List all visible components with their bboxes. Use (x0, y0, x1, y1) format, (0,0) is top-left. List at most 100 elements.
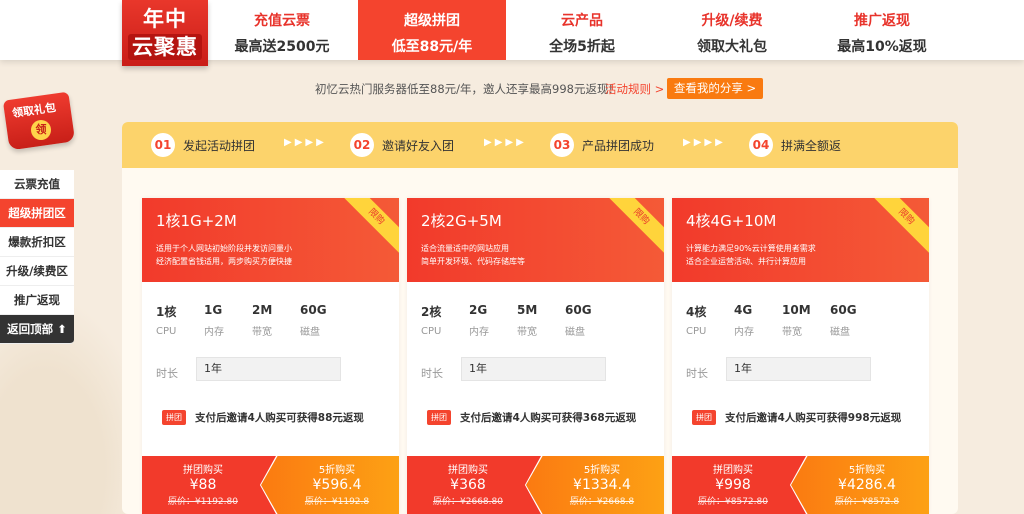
nav-subtitle: 领取大礼包 (697, 39, 767, 55)
group-promo-text: 支付后邀请4人购买可获得998元返现 (725, 412, 902, 424)
group-buy-button[interactable]: 拼团购买 ¥88 原价：¥1192.80 (142, 456, 276, 514)
view-share-button[interactable]: 查看我的分享 > (667, 78, 763, 99)
duration-select[interactable]: 1年 (461, 357, 606, 381)
spec-label: 带宽 (517, 327, 537, 338)
button-label: 拼团购买 (713, 465, 753, 476)
logo-line1: 年中 (143, 7, 187, 31)
spec-value: 60G (300, 303, 327, 317)
card-header: 4核4G+10M 计算能力满足90%云计算使用者需求 适合企业运营活动、并行计算应… (672, 198, 929, 282)
card-description: 适合流量适中的网站应用 简单开发环境、代码存储库等 (421, 242, 621, 268)
step-label: 产品拼团成功 (582, 139, 655, 153)
original-price: 原价：¥1192.8 (304, 497, 370, 507)
original-price: 原价：¥2668.80 (433, 497, 503, 507)
spec-value: 2M (252, 303, 273, 317)
group-buy-panel: 01 发起活动拼团 ▶▶▶▶ 02 邀请好友入团 ▶▶▶▶ 03 产品拼团成功 … (122, 122, 958, 514)
nav-subtitle: 低至88元/年 (391, 39, 473, 55)
group-tag: 拼团 (427, 410, 451, 425)
product-card: 1核1G+2M 适用于个人网站初始阶段并发访问量小 经济配置省钱适用，两步购买方便… (142, 198, 399, 514)
sidebar-item-referral[interactable]: 推广返现 (0, 286, 74, 315)
spec-label: 内存 (734, 327, 754, 338)
spec-label: 带宽 (782, 327, 802, 338)
desc-line: 简单开发环境、代码存储库等 (421, 257, 525, 266)
spec-bandwidth: 10M 带宽 (782, 303, 811, 338)
step-label: 发起活动拼团 (183, 139, 256, 153)
rules-link[interactable]: 活动规则 > (605, 81, 664, 97)
nav-subtitle: 最高10%返现 (837, 39, 927, 55)
step-number: 01 (151, 133, 175, 157)
spec-value: 60G (830, 303, 857, 317)
spec-bandwidth: 5M 带宽 (517, 303, 537, 338)
step-arrow-icon: ▶▶▶▶ (284, 137, 327, 148)
duration-label: 时长 (156, 367, 178, 380)
card-title: 2核2G+5M (421, 212, 502, 230)
spec-value: 1G (204, 303, 223, 317)
spec-memory: 1G 内存 (204, 303, 224, 338)
spec-value: 1核 (156, 305, 177, 319)
nav-item-recharge[interactable]: 充值云票 最高送2500元 (208, 0, 356, 60)
group-promo-text: 支付后邀请4人购买可获得368元返现 (460, 412, 637, 424)
nav-title: 充值云票 (254, 13, 310, 29)
gift-package-button[interactable]: 领取礼包 领 (2, 88, 76, 151)
nav-title: 升级/续费 (701, 13, 763, 29)
group-tag: 拼团 (162, 410, 186, 425)
spec-memory: 2G 内存 (469, 303, 489, 338)
discount-price: ¥1334.4 (573, 477, 631, 493)
button-label: 5折购买 (318, 465, 356, 476)
spec-cpu: 4核 CPU (686, 303, 706, 337)
duration-select[interactable]: 1年 (726, 357, 871, 381)
step-arrow-icon: ▶▶▶▶ (484, 137, 527, 148)
nav-item-upgrade[interactable]: 升级/续费 领取大礼包 (658, 0, 806, 60)
product-card: 4核4G+10M 计算能力满足90%云计算使用者需求 适合企业运营活动、并行计算应… (672, 198, 929, 514)
back-to-top-button[interactable]: 返回顶部 ⬆ (0, 315, 74, 344)
spec-value: 2核 (421, 305, 442, 319)
card-description: 适用于个人网站初始阶段并发访问量小 经济配置省钱适用，两步购买方便快捷 (156, 242, 356, 268)
duration-select[interactable]: 1年 (196, 357, 341, 381)
nav-item-group-buy[interactable]: 超级拼团 低至88元/年 (358, 0, 506, 60)
group-buy-button[interactable]: 拼团购买 ¥998 原价：¥8572.80 (672, 456, 806, 514)
spec-label: CPU (156, 326, 177, 337)
desc-line: 适合企业运营活动、并行计算应用 (686, 257, 806, 266)
spec-label: 内存 (204, 327, 224, 338)
spec-label: CPU (686, 326, 707, 337)
spec-value: 60G (565, 303, 592, 317)
sidebar-item-upgrade[interactable]: 升级/续费区 (0, 257, 74, 286)
sidebar-item-group-buy[interactable]: 超级拼团区 (0, 199, 74, 228)
sidebar-item-hot-discount[interactable]: 爆款折扣区 (0, 228, 74, 257)
spec-value: 4核 (686, 305, 707, 319)
original-price: 原价：¥8572.8 (834, 497, 900, 507)
spec-disk: 60G 磁盘 (300, 303, 327, 338)
nav-item-referral[interactable]: 推广返现 最高10%返现 (808, 0, 956, 60)
spec-label: 磁盘 (565, 327, 585, 338)
spec-label: 磁盘 (830, 327, 850, 338)
group-buy-button[interactable]: 拼团购买 ¥368 原价：¥2668.80 (407, 456, 541, 514)
spec-label: 磁盘 (300, 327, 320, 338)
card-header: 1核1G+2M 适用于个人网站初始阶段并发访问量小 经济配置省钱适用，两步购买方便… (142, 198, 399, 282)
product-card: 2核2G+5M 适合流量适中的网站应用 简单开发环境、代码存储库等 限购 2核 CP… (407, 198, 664, 514)
spec-value: 4G (734, 303, 753, 317)
spec-memory: 4G 内存 (734, 303, 754, 338)
spec-cpu: 1核 CPU (156, 303, 176, 337)
button-label: 拼团购买 (183, 465, 223, 476)
discount-buy-button[interactable]: 5折购买 ¥4286.4 原价：¥8572.8 (791, 456, 929, 514)
discount-buy-button[interactable]: 5折购买 ¥1334.4 原价：¥2668.8 (526, 456, 664, 514)
card-title: 4核4G+10M (686, 212, 777, 230)
original-price: 原价：¥2668.8 (569, 497, 635, 507)
sidebar-item-recharge[interactable]: 云票充值 (0, 170, 74, 199)
nav-item-cloud-products[interactable]: 云产品 全场5折起 (508, 0, 656, 60)
desc-line: 适用于个人网站初始阶段并发访问量小 (156, 244, 292, 253)
steps-bar: 01 发起活动拼团 ▶▶▶▶ 02 邀请好友入团 ▶▶▶▶ 03 产品拼团成功 … (122, 122, 958, 168)
discount-buy-button[interactable]: 5折购买 ¥596.4 原价：¥1192.8 (261, 456, 399, 514)
spec-value: 10M (782, 303, 811, 317)
step-label: 邀请好友入团 (382, 139, 455, 153)
nav-title: 推广返现 (854, 13, 910, 29)
step-number: 03 (550, 133, 574, 157)
group-price: ¥998 (715, 477, 751, 493)
discount-price: ¥4286.4 (838, 477, 896, 493)
duration-label: 时长 (686, 367, 708, 380)
original-price: 原价：¥1192.80 (168, 497, 238, 507)
button-label: 5折购买 (848, 465, 886, 476)
spec-cpu: 2核 CPU (421, 303, 441, 337)
spec-label: 带宽 (252, 327, 272, 338)
nav-subtitle: 全场5折起 (549, 39, 615, 55)
spec-value: 2G (469, 303, 488, 317)
